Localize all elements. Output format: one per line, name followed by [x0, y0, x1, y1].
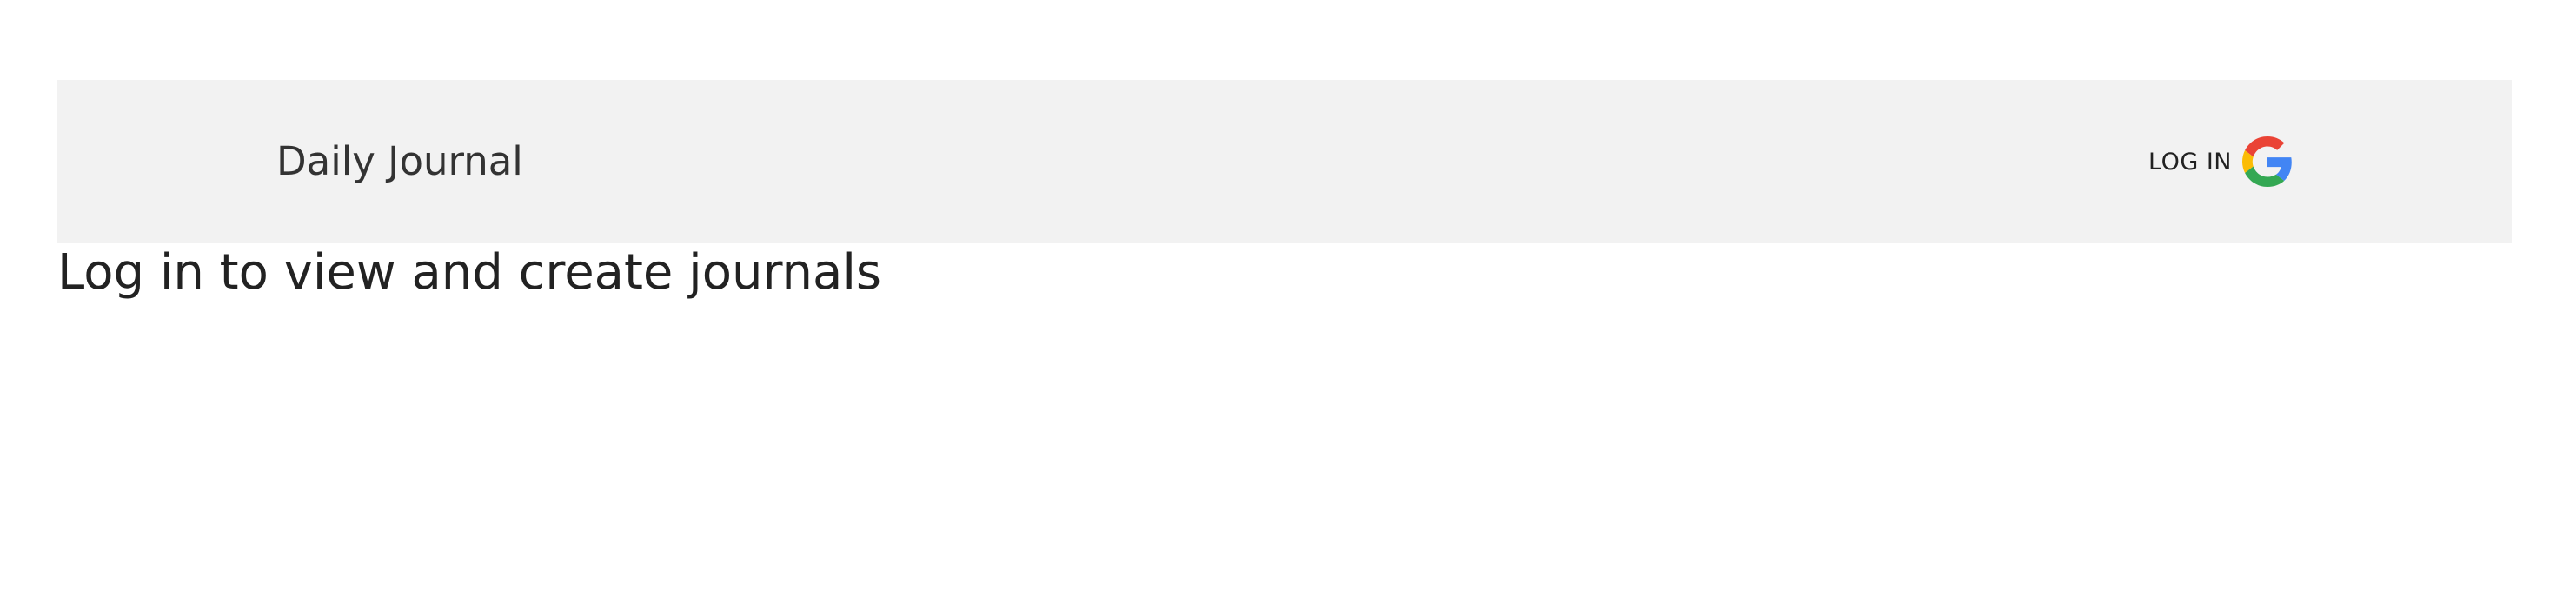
google-icon: [2242, 136, 2292, 187]
login-label: LOG IN: [2148, 148, 2232, 176]
top-navbar: Daily Journal LOG IN: [57, 80, 2512, 243]
login-button[interactable]: LOG IN: [2148, 80, 2293, 243]
app-title[interactable]: Daily Journal: [276, 80, 523, 243]
page-headline: Log in to view and create journals: [57, 244, 882, 301]
